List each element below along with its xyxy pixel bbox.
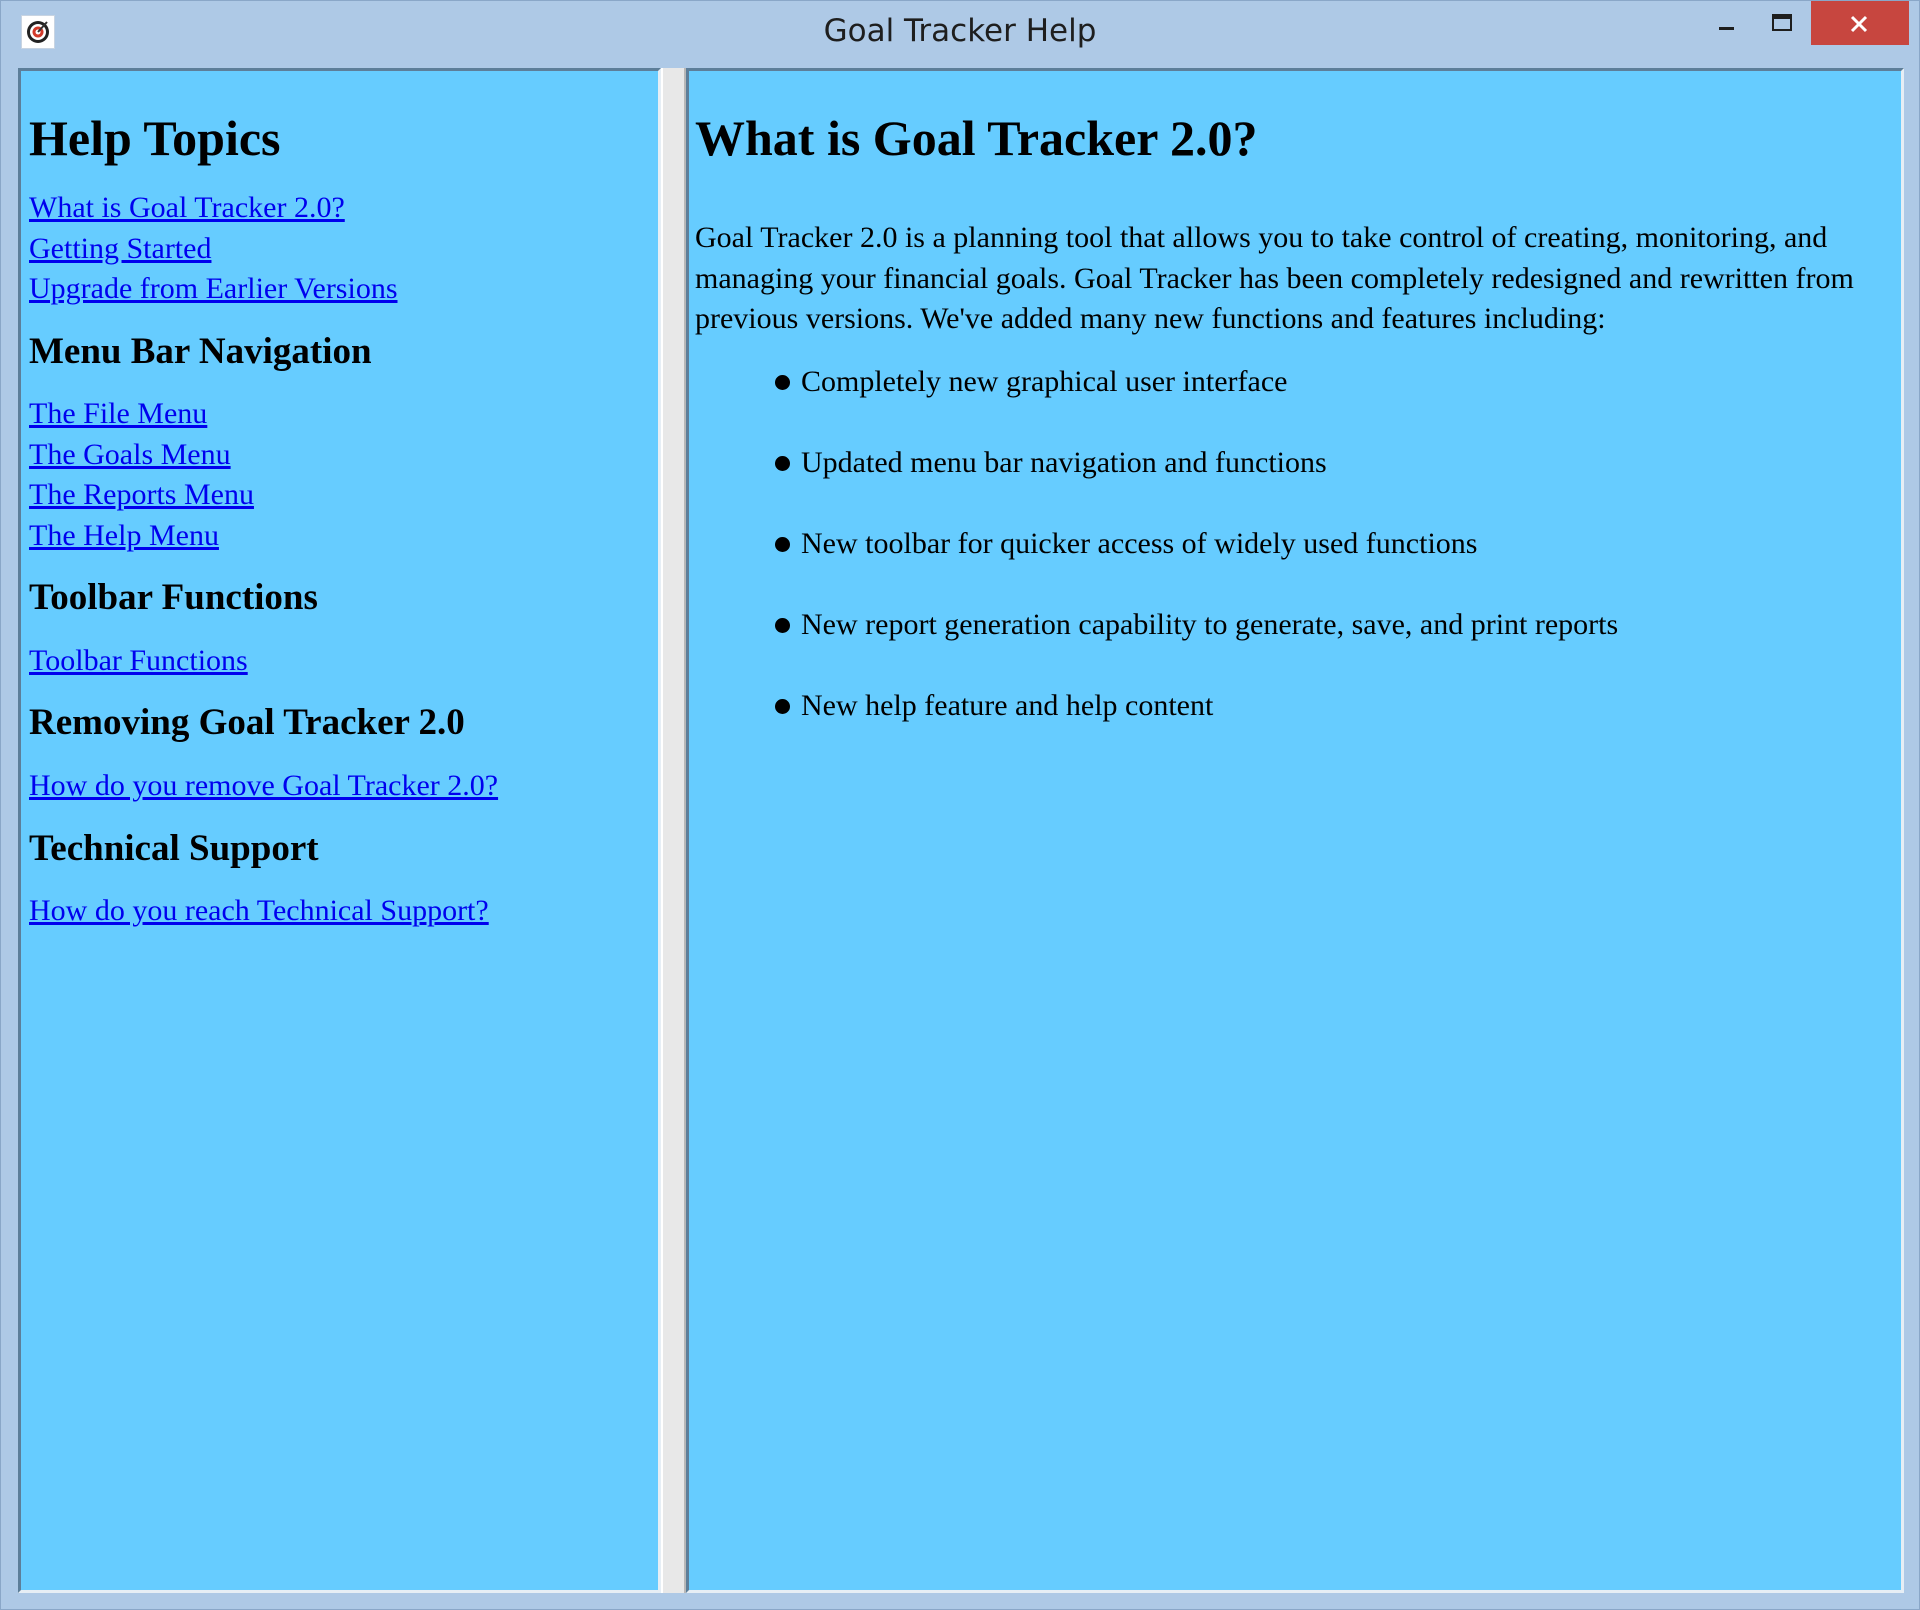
- feature-text: Updated menu bar navigation and function…: [801, 445, 1327, 479]
- link-remove-goal-tracker[interactable]: How do you remove Goal Tracker 2.0?: [29, 766, 649, 807]
- title-bar[interactable]: Goal Tracker Help: [1, 1, 1919, 65]
- pane-splitter[interactable]: [661, 68, 686, 1593]
- bullet-icon: [775, 536, 790, 552]
- maximize-icon: [1772, 14, 1792, 31]
- intro-paragraph: Goal Tracker 2.0 is a planning tool that…: [695, 221, 1854, 335]
- bullet-icon: [775, 698, 790, 714]
- feature-text: Completely new graphical user interface: [801, 364, 1288, 398]
- content-pane[interactable]: What is Goal Tracker 2.0? Goal Tracker 2…: [686, 68, 1904, 1593]
- link-what-is-goal-tracker[interactable]: What is Goal Tracker 2.0?: [29, 188, 649, 229]
- list-item: New report generation capability to gene…: [775, 605, 1885, 645]
- link-reports-menu[interactable]: The Reports Menu: [29, 475, 649, 516]
- link-file-menu[interactable]: The File Menu: [29, 394, 649, 435]
- section-heading-removing: Removing Goal Tracker 2.0: [29, 702, 465, 744]
- bullet-icon: [775, 374, 790, 390]
- list-item: Completely new graphical user interface: [775, 362, 1885, 402]
- minimize-icon: [1719, 27, 1734, 30]
- list-item: New toolbar for quicker access of widely…: [775, 524, 1885, 564]
- link-upgrade[interactable]: Upgrade from Earlier Versions: [29, 269, 649, 310]
- minimize-button[interactable]: [1701, 1, 1751, 45]
- topics-pane[interactable]: Help Topics What is Goal Tracker 2.0? Ge…: [18, 68, 661, 1593]
- link-getting-started[interactable]: Getting Started: [29, 229, 649, 270]
- topic-content: What is Goal Tracker 2.0? Goal Tracker 2…: [695, 111, 1885, 767]
- section-heading-toolbar: Toolbar Functions: [29, 577, 318, 619]
- close-button[interactable]: [1811, 1, 1909, 45]
- link-technical-support[interactable]: How do you reach Technical Support?: [29, 891, 649, 932]
- list-item: Updated menu bar navigation and function…: [775, 443, 1885, 483]
- link-help-menu[interactable]: The Help Menu: [29, 516, 649, 557]
- section-heading-menu-bar: Menu Bar Navigation: [29, 330, 372, 372]
- list-item: New help feature and help content: [775, 686, 1885, 726]
- link-toolbar-functions[interactable]: Toolbar Functions: [29, 641, 649, 682]
- topics-heading: Help Topics: [29, 110, 281, 166]
- bullet-icon: [775, 455, 790, 471]
- close-icon: [1850, 15, 1868, 33]
- feature-text: New report generation capability to gene…: [801, 607, 1619, 641]
- page-title: What is Goal Tracker 2.0?: [695, 110, 1258, 166]
- window-title: Goal Tracker Help: [823, 13, 1097, 49]
- maximize-button[interactable]: [1757, 1, 1807, 45]
- feature-text: New toolbar for quicker access of widely…: [801, 526, 1478, 560]
- feature-text: New help feature and help content: [801, 688, 1214, 722]
- feature-list: Completely new graphical user interface …: [695, 362, 1885, 726]
- help-window: Goal Tracker Help Help Topics What is Go…: [0, 0, 1920, 1610]
- bullet-icon: [775, 617, 790, 633]
- section-heading-technical-support: Technical Support: [29, 827, 319, 869]
- topics-nav: Help Topics What is Goal Tracker 2.0? Ge…: [29, 111, 649, 932]
- link-goals-menu[interactable]: The Goals Menu: [29, 435, 649, 476]
